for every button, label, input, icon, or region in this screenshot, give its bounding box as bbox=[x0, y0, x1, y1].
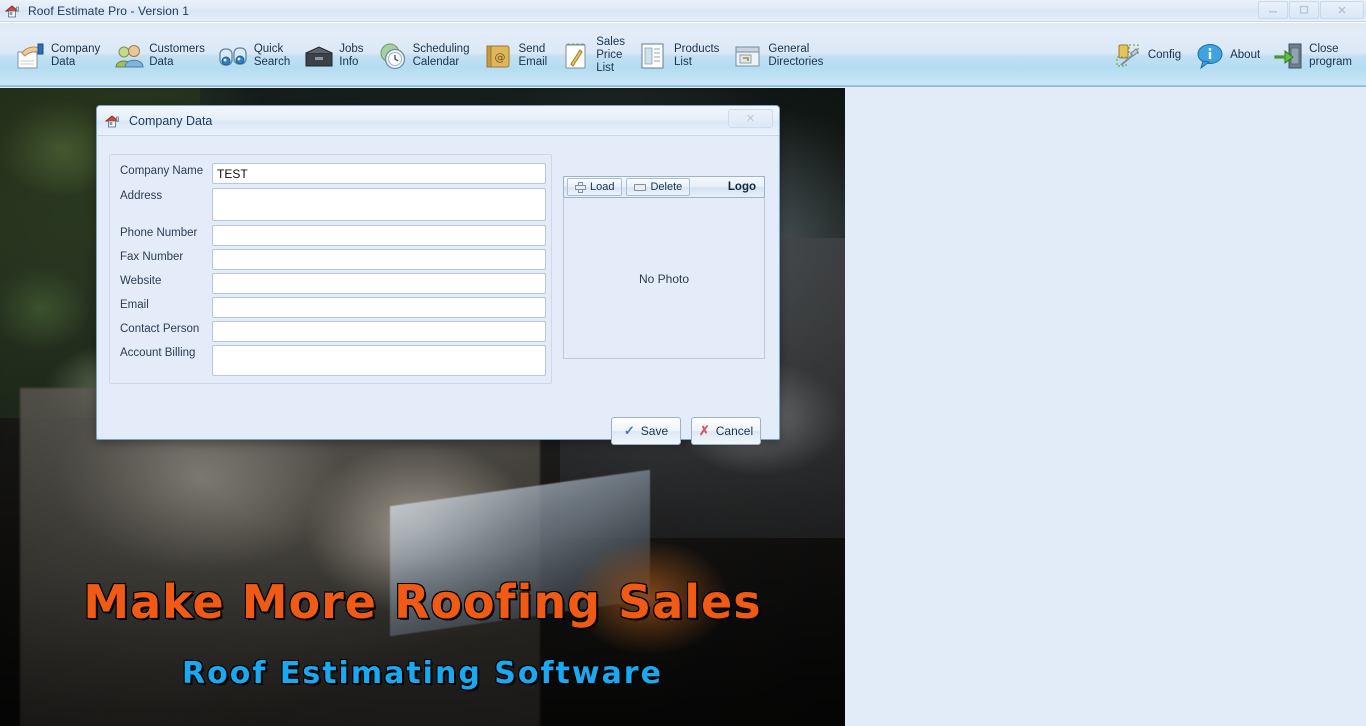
field-label: Contact Person bbox=[120, 323, 200, 335]
field-label: Fax Number bbox=[120, 251, 184, 263]
config-icon bbox=[1111, 39, 1145, 73]
phone-number-input[interactable] bbox=[212, 225, 546, 246]
email-input[interactable] bbox=[212, 297, 546, 318]
logo-delete-button[interactable]: Delete bbox=[626, 178, 691, 196]
save-label: Save bbox=[640, 424, 669, 438]
company-data-icon bbox=[14, 39, 48, 73]
logo-load-label: Load bbox=[590, 181, 615, 193]
close-program-icon bbox=[1272, 39, 1306, 73]
toolbar-item-label: Close program bbox=[1309, 42, 1352, 68]
toolbar-item-label: Products List bbox=[674, 42, 720, 68]
promo-subline: Roof Estimating Software bbox=[182, 656, 663, 691]
toolbar-item-label: Scheduling Calendar bbox=[412, 42, 470, 68]
cancel-label: Cancel bbox=[715, 424, 754, 438]
minus-icon bbox=[634, 183, 647, 191]
field-row-account-billing: Account Billing bbox=[120, 345, 546, 376]
toolbar-right-group: Config About Close program bbox=[1105, 23, 1358, 88]
dialog-actions: ✓ Save ✗ Cancel bbox=[611, 417, 761, 445]
field-row-company-name: Company Name bbox=[120, 163, 546, 184]
dialog-title: Company Data bbox=[129, 113, 213, 128]
toolbar-item-label: Customers Data bbox=[149, 42, 205, 68]
toolbar-item-company-data[interactable]: Company Data bbox=[8, 28, 106, 84]
logo-toolbar: Load Delete Logo bbox=[563, 176, 765, 198]
plus-icon bbox=[575, 181, 586, 193]
toolbar-item-quick-search[interactable]: Quick Search bbox=[211, 28, 296, 84]
house-icon bbox=[5, 3, 21, 19]
toolbar-item-sales-price-list[interactable]: Sales Price List bbox=[553, 28, 631, 84]
svg-text:@: @ bbox=[495, 51, 506, 64]
toolbar-item-config[interactable]: Config bbox=[1105, 28, 1187, 84]
about-icon bbox=[1193, 39, 1227, 73]
toolbar-item-general-directories[interactable]: General Directories bbox=[725, 28, 829, 84]
quick-search-icon bbox=[217, 39, 251, 73]
toolbar-item-customers-data[interactable]: Customers Data bbox=[106, 28, 211, 84]
toolbar-item-scheduling-calendar[interactable]: Scheduling Calendar bbox=[370, 28, 476, 84]
company-form-panel: Company Name Address Phone Number Fax Nu… bbox=[109, 154, 552, 384]
cancel-button[interactable]: ✗ Cancel bbox=[691, 417, 761, 445]
cross-icon: ✗ bbox=[698, 423, 710, 438]
toolbar-item-about[interactable]: About bbox=[1187, 28, 1266, 84]
promo-headline: Make More Roofing Sales bbox=[82, 574, 762, 630]
toolbar-item-products-list[interactable]: Products List bbox=[631, 28, 725, 84]
logo-empty-text: No Photo bbox=[638, 271, 690, 286]
check-icon: ✓ bbox=[623, 423, 635, 438]
sales-price-list-icon bbox=[559, 39, 593, 73]
jobs-info-icon bbox=[302, 39, 336, 73]
toolbar-item-label: Send Email bbox=[518, 42, 548, 68]
products-list-icon bbox=[637, 39, 671, 73]
field-label: Company Name bbox=[120, 165, 204, 177]
company-data-dialog: Company Data ✕ Company Name Address Phon… bbox=[96, 105, 780, 445]
contact-person-input[interactable] bbox=[212, 321, 546, 342]
close-button[interactable] bbox=[1320, 1, 1364, 19]
toolbar-left-group: Company Data Customers Data Quick Search… bbox=[8, 23, 829, 88]
field-label: Account Billing bbox=[120, 347, 196, 359]
window-controls bbox=[1258, 1, 1364, 19]
logo-panel-title: Logo bbox=[727, 181, 756, 193]
house-icon bbox=[105, 113, 121, 129]
address-input[interactable] bbox=[212, 188, 546, 221]
field-row-website: Website bbox=[120, 273, 546, 294]
toolbar-item-label: Quick Search bbox=[253, 42, 291, 68]
field-label: Address bbox=[120, 190, 163, 202]
customers-data-icon bbox=[112, 39, 146, 73]
field-row-contact-person: Contact Person bbox=[120, 321, 546, 342]
toolbar-item-label: About bbox=[1230, 49, 1261, 61]
logo-delete-label: Delete bbox=[650, 181, 683, 193]
toolbar-item-label: Sales Price List bbox=[596, 36, 626, 74]
save-button[interactable]: ✓ Save bbox=[611, 417, 681, 445]
send-email-icon: @ bbox=[481, 39, 515, 73]
field-row-address: Address bbox=[120, 188, 546, 221]
company-name-input[interactable] bbox=[212, 163, 546, 184]
toolbar-item-send-email[interactable]: @ Send Email bbox=[475, 28, 553, 84]
dialog-titlebar: Company Data ✕ bbox=[97, 106, 779, 136]
field-row-email: Email bbox=[120, 297, 546, 318]
field-row-phone-number: Phone Number bbox=[120, 225, 546, 246]
field-row-fax-number: Fax Number bbox=[120, 249, 546, 270]
toolbar-item-jobs-info[interactable]: Jobs Info bbox=[296, 28, 369, 84]
main-toolbar: Company Data Customers Data Quick Search… bbox=[0, 22, 1366, 87]
maximize-button[interactable] bbox=[1289, 1, 1319, 19]
logo-load-button[interactable]: Load bbox=[567, 178, 623, 196]
field-label: Phone Number bbox=[120, 227, 198, 239]
fax-number-input[interactable] bbox=[212, 249, 546, 270]
window-titlebar: Roof Estimate Pro - Version 1 bbox=[0, 0, 1366, 22]
toolbar-item-label: Jobs Info bbox=[339, 42, 364, 68]
scheduling-calendar-icon bbox=[376, 39, 410, 73]
minimize-button[interactable] bbox=[1258, 1, 1288, 19]
website-input[interactable] bbox=[212, 273, 546, 294]
field-label: Website bbox=[120, 275, 162, 287]
app-window: Roof Estimate Pro - Version 1 Company Da… bbox=[0, 0, 1366, 726]
field-label: Email bbox=[120, 299, 149, 311]
general-directories-icon bbox=[731, 39, 765, 73]
toolbar-item-label: Company Data bbox=[51, 42, 101, 68]
toolbar-item-label: General Directories bbox=[768, 42, 824, 68]
dialog-close-button[interactable]: ✕ bbox=[728, 109, 773, 128]
toolbar-item-label: Config bbox=[1147, 49, 1182, 61]
account-billing-input[interactable] bbox=[212, 345, 546, 376]
window-title: Roof Estimate Pro - Version 1 bbox=[28, 3, 189, 18]
toolbar-item-close-program[interactable]: Close program bbox=[1266, 28, 1358, 84]
dialog-body: Company Name Address Phone Number Fax Nu… bbox=[97, 136, 779, 445]
